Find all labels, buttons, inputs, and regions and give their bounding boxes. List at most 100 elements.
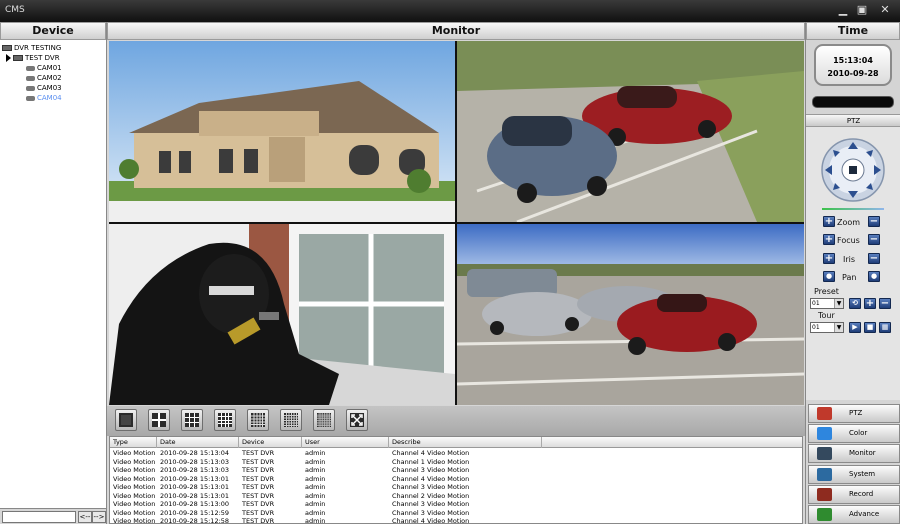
layout-9-icon: [185, 413, 199, 427]
column-header-describe[interactable]: Describe: [389, 437, 542, 448]
pan-label: Pan: [842, 273, 857, 282]
focus-near-button[interactable]: +: [823, 234, 835, 245]
table-row[interactable]: Video Motion 2010-09-28 15:13:03 TEST DVR a…: [110, 457, 802, 467]
table-cell: admin: [305, 508, 326, 517]
tour-play-button[interactable]: ▶: [849, 322, 861, 333]
device-search-input[interactable]: [2, 511, 76, 523]
prev-page-button[interactable]: <--: [78, 511, 92, 523]
close-icon[interactable]: ✕: [878, 4, 892, 16]
focus-far-button[interactable]: −: [868, 234, 880, 245]
preset-add-button[interactable]: +: [864, 298, 876, 309]
iris-close-button[interactable]: −: [868, 253, 880, 264]
table-row[interactable]: Video Motion 2010-09-28 15:13:01 TEST DVR a…: [110, 474, 802, 484]
ptz-direction-pad[interactable]: [820, 137, 886, 203]
tree-node-cam04[interactable]: CAM04: [26, 93, 62, 103]
video-feed-4[interactable]: [457, 224, 804, 405]
event-log-table: Type Date Device User Describe Video Mot…: [109, 436, 803, 524]
table-cell: TEST DVR: [242, 449, 275, 457]
tree-node-cam02[interactable]: CAM02: [26, 73, 62, 83]
nav-advance-button[interactable]: Advance: [808, 505, 900, 524]
layout-4-button[interactable]: [148, 409, 170, 431]
tree-node-dvr-testing[interactable]: DVR TESTING: [2, 43, 61, 53]
column-header-type[interactable]: Type: [110, 437, 157, 448]
layout-1-icon: [119, 413, 133, 427]
layout-25-icon: [251, 413, 265, 427]
table-row[interactable]: Video Motion 2010-09-28 15:12:58 TEST DVR a…: [110, 517, 802, 524]
system-icon: [817, 467, 832, 481]
preset-label: Preset: [814, 287, 839, 296]
table-row[interactable]: Video Motion 2010-09-28 15:13:00 TEST DVR a…: [110, 500, 802, 509]
layout-36-button[interactable]: [280, 409, 302, 431]
device-footer: <-- -->: [0, 508, 106, 524]
tree-node-cam01[interactable]: CAM01: [26, 63, 62, 73]
pan-stop-button[interactable]: ●: [868, 271, 880, 282]
nav-label: Color: [849, 429, 868, 438]
layout-25-button[interactable]: [247, 409, 269, 431]
iris-open-button[interactable]: +: [823, 253, 835, 264]
table-cell: Channel 4 Video Motion: [392, 517, 470, 524]
table-row[interactable]: Video Motion 2010-09-28 15:13:01 TEST DVR a…: [110, 483, 802, 492]
table-cell: Channel 4 Video Motion: [392, 474, 470, 483]
ptz-speed-bar[interactable]: [822, 208, 884, 210]
tour-grid-button[interactable]: ▦: [879, 322, 891, 333]
nav-label: PTZ: [849, 409, 863, 417]
table-cell: admin: [305, 466, 326, 474]
nav-ptz-button[interactable]: PTZ: [808, 404, 900, 423]
window-title: CMS: [5, 5, 25, 15]
tour-label: Tour: [818, 311, 835, 320]
column-header-device[interactable]: Device: [239, 437, 302, 448]
table-cell: Channel 1 Video Motion: [392, 457, 470, 466]
zoom-out-button[interactable]: −: [868, 216, 880, 227]
layout-1-button[interactable]: [115, 409, 137, 431]
expand-arrow-icon[interactable]: [6, 54, 11, 62]
table-cell: 2010-09-28 15:12:59: [160, 508, 230, 517]
table-row[interactable]: Video Motion 2010-09-28 15:13:03 TEST DVR a…: [110, 466, 802, 475]
zoom-in-button[interactable]: +: [823, 216, 835, 227]
video-feed-2[interactable]: [457, 41, 804, 222]
layout-64-button[interactable]: [313, 409, 335, 431]
table-cell: 2010-09-28 15:13:01: [160, 491, 230, 500]
table-cell: Channel 3 Video Motion: [392, 483, 470, 491]
table-cell: TEST DVR: [242, 483, 275, 491]
video-feed-3[interactable]: [109, 224, 455, 405]
table-cell: Video Motion: [113, 517, 156, 524]
pan-start-button[interactable]: ●: [823, 271, 835, 282]
table-cell: TEST DVR: [242, 517, 275, 524]
table-cell: TEST DVR: [242, 500, 275, 508]
layout-9-button[interactable]: [181, 409, 203, 431]
title-bar: CMS ▁ ▣ ✕: [0, 0, 900, 22]
tree-node-cam03[interactable]: CAM03: [26, 83, 62, 93]
table-cell: Video Motion: [113, 449, 156, 457]
tour-stop-button[interactable]: ■: [864, 322, 876, 333]
tour-select[interactable]: 01 ▼: [810, 322, 844, 333]
chevron-down-icon: ▼: [834, 323, 843, 332]
video-feed-1[interactable]: [109, 41, 455, 222]
nav-color-button[interactable]: Color: [808, 424, 900, 444]
table-row[interactable]: Video Motion 2010-09-28 15:13:01 TEST DVR a…: [110, 491, 802, 501]
clock-time: 15:13:04: [833, 56, 873, 65]
nav-record-button[interactable]: Record: [808, 484, 900, 504]
table-cell: admin: [305, 500, 326, 508]
table-cell: Channel 4 Video Motion: [392, 449, 470, 457]
right-panel: Time 15:13:04 2010-09-28 PTZ + Zoom − + …: [805, 22, 900, 524]
table-row[interactable]: Video Motion 2010-09-28 15:13:04 TEST DVR a…: [110, 449, 802, 458]
table-cell: TEST DVR: [242, 508, 275, 517]
nav-monitor-button[interactable]: Monitor: [808, 444, 900, 464]
next-page-button[interactable]: -->: [92, 511, 106, 523]
fullscreen-icon: [350, 413, 364, 427]
preset-select[interactable]: 01 ▼: [810, 298, 844, 309]
table-cell: 2010-09-28 15:13:00: [160, 500, 230, 508]
preset-goto-button[interactable]: ⟲: [849, 298, 861, 309]
layout-16-button[interactable]: [214, 409, 236, 431]
monitor-panel: Monitor Type Date Device User Describe V…: [107, 22, 805, 524]
restore-icon[interactable]: ▣: [855, 4, 869, 16]
nav-system-button[interactable]: System: [808, 464, 900, 484]
table-row[interactable]: Video Motion 2010-09-28 15:12:59 TEST DVR a…: [110, 508, 802, 518]
column-header-date[interactable]: Date: [157, 437, 239, 448]
preset-remove-button[interactable]: −: [879, 298, 891, 309]
minimize-icon[interactable]: ▁: [836, 4, 850, 16]
column-header-user[interactable]: User: [302, 437, 389, 448]
table-cell: admin: [305, 483, 326, 491]
tree-node-test-dvr[interactable]: TEST DVR: [6, 53, 60, 63]
fullscreen-button[interactable]: [346, 409, 368, 431]
